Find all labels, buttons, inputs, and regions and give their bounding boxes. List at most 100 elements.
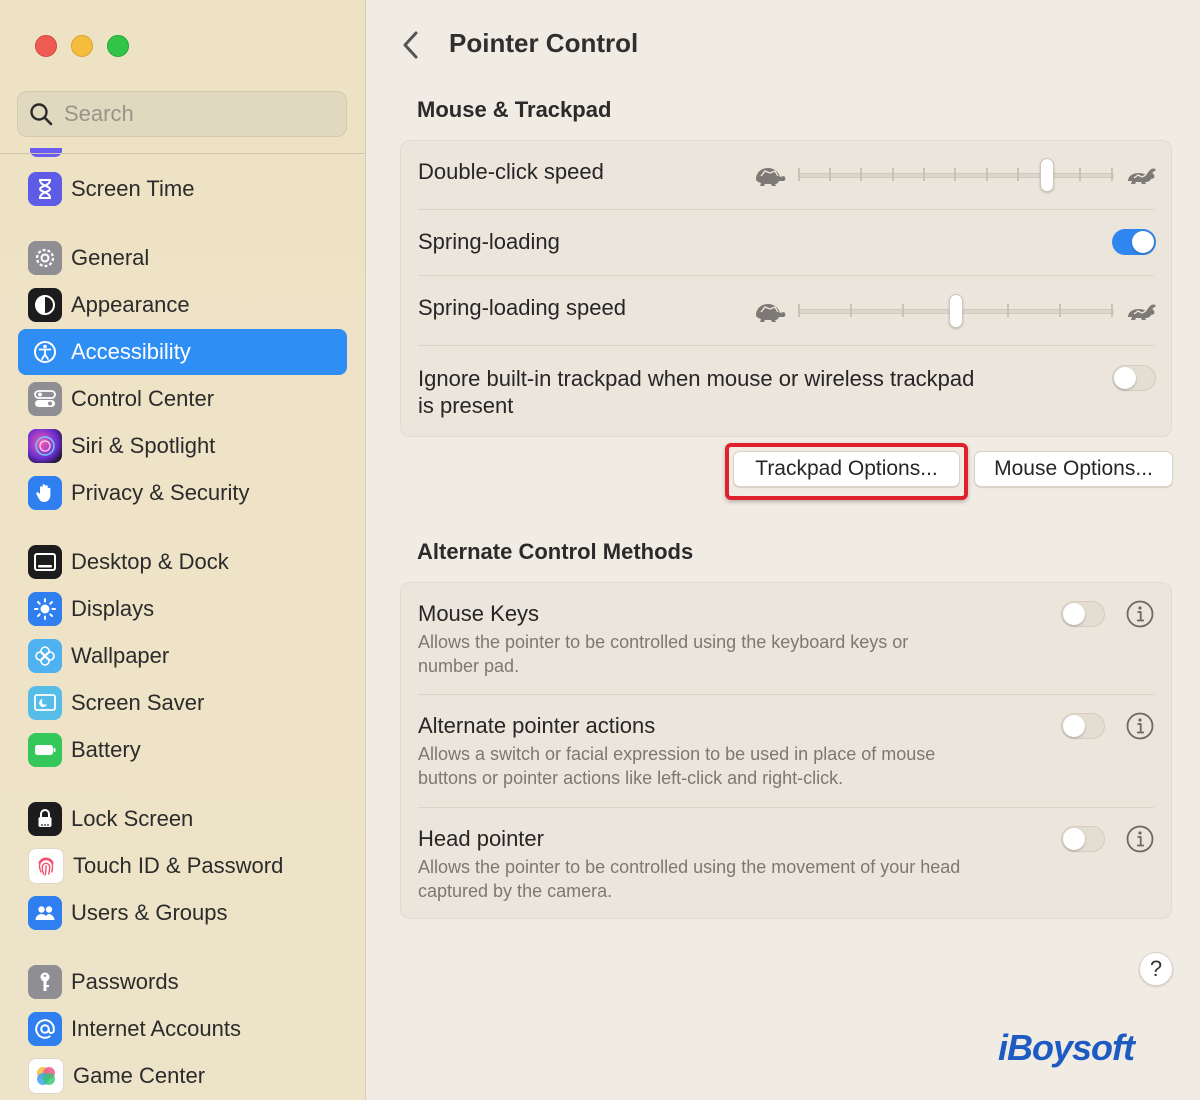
head-pointer-label: Head pointer bbox=[418, 826, 544, 851]
dock-icon bbox=[28, 545, 62, 579]
section-title-mouse-trackpad: Mouse & Trackpad bbox=[417, 97, 612, 122]
main-pane: Pointer Control Mouse & Trackpad Double-… bbox=[366, 0, 1200, 1100]
sidebar-item-accessibility[interactable]: Accessibility bbox=[18, 329, 347, 375]
trackpad-options-button[interactable]: Trackpad Options... bbox=[733, 451, 960, 487]
sidebar-item-label: Battery bbox=[71, 737, 141, 762]
alternate-pointer-actions-toggle[interactable] bbox=[1061, 713, 1105, 739]
sidebar-divider bbox=[0, 153, 365, 154]
slider-thumb[interactable] bbox=[949, 294, 963, 328]
spring-loading-toggle[interactable] bbox=[1112, 229, 1156, 255]
ignore-trackpad-toggle[interactable] bbox=[1112, 365, 1156, 391]
control-center-icon bbox=[28, 382, 62, 416]
rabbit-icon bbox=[1128, 304, 1156, 320]
minimize-window-button[interactable] bbox=[71, 35, 93, 57]
toggle-knob bbox=[1063, 603, 1085, 625]
back-chevron-icon[interactable] bbox=[400, 30, 422, 60]
slider-tick bbox=[1017, 168, 1019, 181]
rabbit-icon bbox=[1128, 168, 1156, 184]
sidebar-item-label: Screen Time bbox=[71, 176, 195, 201]
search-icon bbox=[30, 103, 53, 126]
sidebar-item-lock-screen[interactable]: Lock Screen bbox=[18, 796, 347, 842]
double-click-speed-row: Double-click speed bbox=[418, 141, 1156, 209]
alternate-pointer-actions-label: Alternate pointer actions bbox=[418, 713, 656, 738]
sidebar-item-label: Users & Groups bbox=[71, 900, 228, 925]
mouse-options-button[interactable]: Mouse Options... bbox=[974, 451, 1173, 487]
mouse-keys-desc-line1: Allows the pointer to be controlled usin… bbox=[418, 632, 909, 652]
spring-loading-speed-row: Spring-loading speed bbox=[418, 276, 1156, 344]
toggle-knob bbox=[1063, 828, 1085, 850]
alternate-pointer-actions-row: Alternate pointer actions Allows a switc… bbox=[418, 695, 1154, 807]
sidebar-item-passwords[interactable]: Passwords bbox=[18, 959, 347, 1005]
slider-tick bbox=[986, 168, 988, 181]
sidebar-item-label: Wallpaper bbox=[71, 643, 170, 668]
sidebar-item-label: Lock Screen bbox=[71, 806, 194, 831]
sidebar-item-screen-time[interactable]: Screen Time bbox=[18, 166, 347, 212]
lock-icon bbox=[28, 802, 62, 836]
alternate-pointer-actions-desc-line1: Allows a switch or facial expression to … bbox=[418, 744, 936, 764]
slider-tick bbox=[829, 168, 831, 181]
users-icon bbox=[28, 896, 62, 930]
toggle-knob bbox=[1063, 715, 1085, 737]
sidebar-item-displays[interactable]: Displays bbox=[18, 586, 347, 632]
iboysoft-watermark-logo: iBoysoft bbox=[998, 1027, 1138, 1068]
at-icon bbox=[28, 1012, 62, 1046]
double-click-speed-slider[interactable] bbox=[798, 155, 1114, 195]
info-icon[interactable] bbox=[1125, 824, 1155, 854]
sidebar-item-siri-spotlight[interactable]: Siri & Spotlight bbox=[18, 423, 347, 469]
spring-loading-row: Spring-loading bbox=[418, 210, 1156, 276]
zoom-window-button[interactable] bbox=[107, 35, 129, 57]
slider-tick bbox=[1079, 168, 1081, 181]
game-center-icon bbox=[28, 1058, 64, 1094]
slider-tick bbox=[923, 168, 925, 181]
sidebar-item-control-center[interactable]: Control Center bbox=[18, 376, 347, 422]
sun-icon bbox=[28, 592, 62, 626]
sidebar-item-label: Appearance bbox=[71, 292, 190, 317]
sidebar-item-desktop-dock[interactable]: Desktop & Dock bbox=[18, 539, 347, 585]
svg-text:iBoysoft: iBoysoft bbox=[998, 1027, 1137, 1068]
sidebar-item-general[interactable]: General bbox=[18, 235, 347, 281]
slider-tick bbox=[860, 168, 862, 181]
info-icon[interactable] bbox=[1125, 711, 1155, 741]
info-icon[interactable] bbox=[1125, 599, 1155, 629]
spring-loading-speed-label: Spring-loading speed bbox=[418, 295, 626, 320]
sidebar-item-screen-saver[interactable]: Screen Saver bbox=[18, 680, 347, 726]
sidebar-item-label: Internet Accounts bbox=[71, 1016, 241, 1041]
ignore-trackpad-label-line1: Ignore built-in trackpad when mouse or w… bbox=[418, 366, 975, 391]
head-pointer-row: Head pointer Allows the pointer to be co… bbox=[418, 808, 1154, 918]
mouse-trackpad-group: Double-click speed Spring-loading Spring… bbox=[400, 140, 1172, 437]
sidebar-search[interactable] bbox=[17, 91, 347, 137]
alternate-control-group: Mouse Keys Allows the pointer to be cont… bbox=[400, 582, 1172, 919]
sidebar-item-game-center[interactable]: Game Center bbox=[18, 1053, 347, 1099]
sidebar: Screen Time General Appearance Accessibi… bbox=[0, 0, 366, 1100]
help-button[interactable]: ? bbox=[1139, 952, 1173, 986]
mouse-keys-toggle[interactable] bbox=[1061, 601, 1105, 627]
spring-loading-speed-slider[interactable] bbox=[798, 291, 1114, 331]
alternate-pointer-actions-desc-line2: buttons or pointer actions like left-cli… bbox=[418, 768, 844, 788]
sidebar-item-label: Touch ID & Password bbox=[73, 853, 284, 878]
sidebar-item-touch-id-password[interactable]: Touch ID & Password bbox=[18, 843, 347, 889]
slider-tick bbox=[1007, 304, 1009, 317]
sidebar-item-battery[interactable]: Battery bbox=[18, 727, 347, 773]
mouse-keys-label: Mouse Keys bbox=[418, 601, 540, 626]
spring-loading-label: Spring-loading bbox=[418, 229, 560, 254]
slider-tick bbox=[954, 168, 956, 181]
slider-tick bbox=[892, 168, 894, 181]
turtle-icon bbox=[756, 304, 786, 322]
sidebar-item-wallpaper[interactable]: Wallpaper bbox=[18, 633, 347, 679]
search-input[interactable] bbox=[62, 100, 326, 128]
sidebar-item-label: Control Center bbox=[71, 386, 215, 411]
close-window-button[interactable] bbox=[35, 35, 57, 57]
sidebar-item-users-groups[interactable]: Users & Groups bbox=[18, 890, 347, 936]
sidebar-item-label: Privacy & Security bbox=[71, 480, 250, 505]
sidebar-item-internet-accounts[interactable]: Internet Accounts bbox=[18, 1006, 347, 1052]
head-pointer-toggle[interactable] bbox=[1061, 826, 1105, 852]
sidebar-item-label: Game Center bbox=[73, 1063, 206, 1088]
sidebar-item-appearance[interactable]: Appearance bbox=[18, 282, 347, 328]
section-title-alternate-control: Alternate Control Methods bbox=[417, 539, 694, 564]
slider-tick bbox=[1111, 168, 1113, 181]
appearance-icon bbox=[28, 288, 62, 322]
slider-thumb[interactable] bbox=[1039, 158, 1054, 192]
sidebar-item-privacy-security[interactable]: Privacy & Security bbox=[18, 470, 347, 516]
sidebar-item-label: Desktop & Dock bbox=[71, 549, 229, 574]
page-title: Pointer Control bbox=[449, 28, 639, 58]
